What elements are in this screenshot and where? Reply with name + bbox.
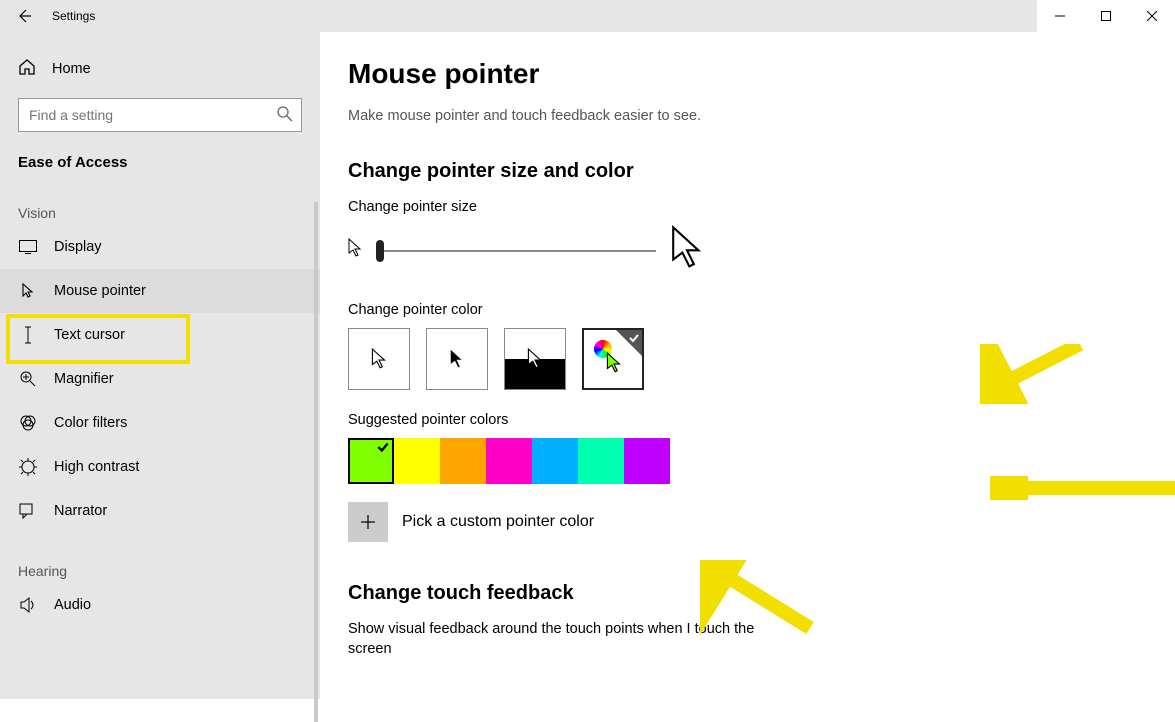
- large-cursor-icon: [670, 225, 704, 276]
- custom-color-label: Pick a custom pointer color: [402, 513, 594, 531]
- sidebar-group-label: Ease of Access: [0, 132, 320, 175]
- custom-color-button[interactable]: [348, 502, 388, 542]
- window-title: Settings: [52, 9, 95, 23]
- sidebar-home[interactable]: Home: [0, 48, 320, 90]
- content-area: Mouse pointer Make mouse pointer and tou…: [320, 32, 1175, 699]
- small-cursor-icon: [348, 238, 362, 263]
- sidebar-item-label: Narrator: [54, 503, 107, 519]
- home-icon: [18, 58, 36, 81]
- label-pointer-color: Change pointer color: [348, 302, 1175, 318]
- sidebar-section-vision: Vision: [0, 175, 320, 225]
- plus-icon: [360, 514, 376, 530]
- color-swatch-magenta[interactable]: [486, 438, 532, 484]
- pointer-color-white[interactable]: [348, 328, 410, 390]
- sidebar-item-label: Color filters: [54, 415, 127, 431]
- minimize-button[interactable]: [1037, 0, 1083, 32]
- sidebar-item-high-contrast[interactable]: High contrast: [0, 445, 320, 489]
- close-button[interactable]: [1129, 0, 1175, 32]
- window-controls: [1037, 0, 1175, 32]
- color-swatch-cyan[interactable]: [532, 438, 578, 484]
- pointer-color-black[interactable]: [426, 328, 488, 390]
- pointer-color-custom[interactable]: [582, 328, 644, 390]
- sidebar-item-display[interactable]: Display: [0, 225, 320, 269]
- search-input[interactable]: [18, 98, 302, 132]
- sidebar-item-mouse-pointer[interactable]: Mouse pointer: [0, 269, 320, 313]
- pointer-size-slider[interactable]: [376, 250, 656, 252]
- page-title: Mouse pointer: [348, 58, 1175, 90]
- color-swatch-yellow[interactable]: [394, 438, 440, 484]
- sidebar-item-label: Magnifier: [54, 371, 114, 387]
- sidebar-item-label: Display: [54, 239, 102, 255]
- section-heading-touch: Change touch feedback: [348, 582, 1175, 605]
- section-heading-size-color: Change pointer size and color: [348, 160, 1175, 183]
- sidebar-item-label: High contrast: [54, 459, 139, 475]
- sidebar-scrollbar[interactable]: [314, 202, 318, 722]
- color-swatch-lime[interactable]: [348, 438, 394, 484]
- sidebar-home-label: Home: [52, 61, 91, 77]
- suggested-colors-row: [348, 438, 1175, 484]
- maximize-button[interactable]: [1083, 0, 1129, 32]
- page-subtitle: Make mouse pointer and touch feedback ea…: [348, 108, 1175, 124]
- checkmark-icon: [376, 440, 390, 454]
- search-icon: [276, 105, 294, 128]
- sidebar-item-audio[interactable]: Audio: [0, 583, 320, 627]
- label-pointer-size: Change pointer size: [348, 199, 1175, 215]
- sidebar-item-label: Mouse pointer: [54, 283, 146, 299]
- sidebar-item-label: Text cursor: [54, 327, 125, 343]
- sidebar-item-label: Audio: [54, 597, 91, 613]
- color-filters-icon: [18, 414, 38, 432]
- audio-icon: [18, 596, 38, 614]
- sidebar-item-narrator[interactable]: Narrator: [0, 489, 320, 533]
- magnifier-icon: [18, 370, 38, 388]
- sidebar-section-hearing: Hearing: [0, 533, 320, 583]
- narrator-icon: [18, 502, 38, 520]
- sidebar-item-magnifier[interactable]: Magnifier: [0, 357, 320, 401]
- back-arrow-icon: [16, 8, 32, 24]
- label-suggested-colors: Suggested pointer colors: [348, 412, 1175, 428]
- color-swatch-purple[interactable]: [624, 438, 670, 484]
- high-contrast-icon: [18, 458, 38, 476]
- color-swatch-orange[interactable]: [440, 438, 486, 484]
- checkmark-icon: [628, 332, 640, 344]
- color-swatch-teal[interactable]: [578, 438, 624, 484]
- back-button[interactable]: [0, 0, 48, 32]
- slider-thumb[interactable]: [376, 240, 384, 262]
- titlebar: Settings: [0, 0, 1175, 32]
- touch-feedback-text: Show visual feedback around the touch po…: [348, 619, 768, 660]
- display-icon: [18, 240, 38, 254]
- mouse-pointer-icon: [18, 282, 38, 300]
- text-cursor-icon: [18, 326, 38, 344]
- sidebar-item-text-cursor[interactable]: Text cursor: [0, 313, 320, 357]
- pointer-color-inverted[interactable]: [504, 328, 566, 390]
- sidebar: Home Ease of Access Vision Display Mouse…: [0, 32, 320, 699]
- sidebar-item-color-filters[interactable]: Color filters: [0, 401, 320, 445]
